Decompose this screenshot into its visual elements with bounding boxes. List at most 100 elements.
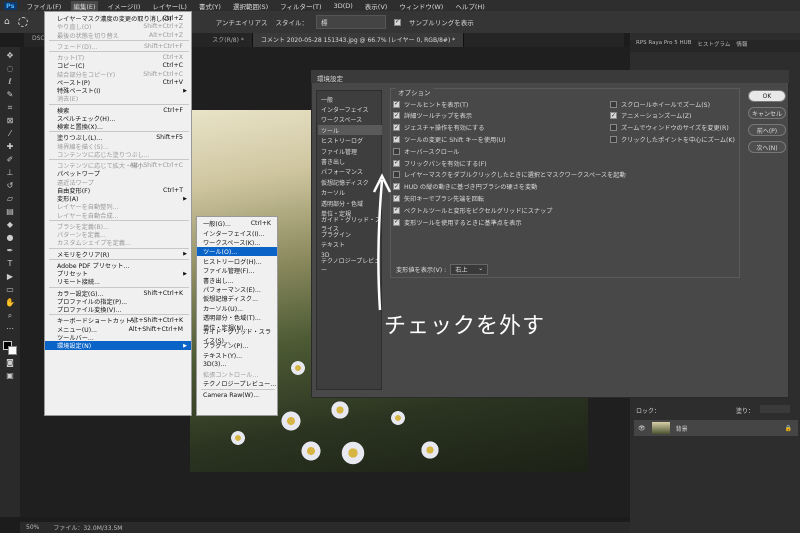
prefs-submenu-item[interactable]: 拡張コントロール... bbox=[197, 369, 277, 379]
menu-item[interactable]: 編集(E) bbox=[71, 0, 98, 11]
prev-button[interactable]: 前へ(P) bbox=[748, 124, 786, 136]
prefs-category[interactable]: ヒストリーログ bbox=[318, 136, 382, 146]
option-row[interactable]: ✓ ツールヒントを表示(T) bbox=[393, 99, 468, 109]
crop-tool-icon[interactable]: ⌗ bbox=[8, 103, 13, 113]
prefs-submenu-item[interactable]: インターフェイス(I)... bbox=[197, 228, 277, 238]
prefs-submenu-item[interactable]: カーソル(U)... bbox=[197, 304, 277, 313]
lasso-tool-icon[interactable]: ℓ bbox=[8, 77, 11, 87]
menu-item[interactable]: イメージ(I) bbox=[106, 1, 143, 11]
history-brush-icon[interactable]: ↺ bbox=[7, 181, 14, 191]
menu-item[interactable]: フィルター(T) bbox=[278, 1, 323, 11]
prefs-category[interactable]: 一般 bbox=[318, 94, 382, 104]
option-row[interactable]: ✓ HUD の縦の動きに基づき円ブラシの硬さを変動 bbox=[393, 182, 537, 192]
marquee-tool-icon[interactable] bbox=[17, 17, 28, 27]
edit-menu-item[interactable]: コンテンツに応じた塗りつぶし... bbox=[45, 150, 191, 159]
ps-logo-icon[interactable]: Ps bbox=[4, 1, 17, 10]
panel-tab[interactable]: 情報 bbox=[736, 40, 747, 52]
quick-mask-icon[interactable]: ◙ bbox=[6, 358, 14, 368]
option-row[interactable]: スクロールホイールでズーム(S) bbox=[610, 99, 710, 109]
edit-menu-item[interactable]: 消去(E) bbox=[45, 94, 191, 103]
color-swatches[interactable] bbox=[3, 341, 17, 355]
sample-checkbox[interactable]: ✓ bbox=[393, 18, 401, 26]
option-checkbox[interactable]: ✓ bbox=[610, 112, 617, 120]
option-checkbox[interactable]: ✓ bbox=[393, 100, 400, 108]
edit-menu-item[interactable]: 検索と置換(X)... bbox=[45, 122, 191, 131]
zoom-level[interactable]: 50% bbox=[26, 524, 39, 531]
option-checkbox[interactable] bbox=[610, 135, 617, 143]
path-select-icon[interactable]: ▶ bbox=[7, 272, 13, 282]
menu-item[interactable]: ヘルプ(H) bbox=[453, 1, 486, 11]
stamp-tool-icon[interactable]: ⊥ bbox=[7, 168, 14, 178]
hand-tool-icon[interactable]: ✋ bbox=[5, 298, 15, 308]
option-row[interactable]: ✓ ベクトルツールと変形をピクセルグリッドにスナップ bbox=[393, 205, 553, 215]
option-row[interactable]: ✓ 変形ツールを使用するときに基準点を表示 bbox=[393, 217, 522, 227]
visibility-eye-icon[interactable]: 👁 bbox=[638, 425, 646, 432]
doc-tab-active[interactable]: コメント 2020-05-28 151343.jpg @ 66.7% (レイヤー… bbox=[252, 33, 465, 47]
more-tools-icon[interactable]: ⋯ bbox=[6, 324, 14, 334]
marquee-tool-icon[interactable]: ◌ bbox=[7, 64, 14, 74]
edit-menu-item[interactable]: プロファイル変換(V)... bbox=[45, 305, 191, 314]
edit-menu-item[interactable]: 最後の状態を切り替え Alt+Ctrl+Z bbox=[45, 31, 191, 40]
transform-select[interactable]: 右上 ⌄ bbox=[450, 263, 489, 275]
pen-tool-icon[interactable]: ✒ bbox=[7, 246, 14, 256]
prefs-submenu-item[interactable]: ヒストリーログ(H)... bbox=[197, 257, 277, 266]
edit-menu-item[interactable]: フェード(D)... Shift+Ctrl+F bbox=[45, 42, 191, 51]
menu-item[interactable]: ウィンドウ(W) bbox=[397, 1, 445, 11]
quick-select-icon[interactable]: ✎ bbox=[7, 90, 14, 100]
prefs-submenu-item[interactable]: Camera Raw(W)... bbox=[197, 391, 277, 400]
prefs-submenu-item[interactable]: テクノロジープレビュー... bbox=[197, 379, 277, 388]
screen-mode-icon[interactable]: ▣ bbox=[6, 371, 14, 381]
option-checkbox[interactable] bbox=[610, 124, 617, 132]
prefs-submenu-item[interactable]: ツール(O)... bbox=[197, 247, 277, 257]
menu-item[interactable]: 3D(D) bbox=[332, 2, 355, 10]
prefs-submenu-item[interactable]: ガイド・グリッド・スライス(S)... bbox=[197, 329, 277, 345]
option-row[interactable]: ✓ ツールの変更に Shift キーを使用(U) bbox=[393, 134, 506, 144]
prefs-submenu-item[interactable]: 仮想記憶ディスク... bbox=[197, 294, 277, 303]
menu-item[interactable]: ファイル(F) bbox=[25, 1, 64, 11]
edit-menu-item[interactable]: レイヤーを自動合成... bbox=[45, 211, 191, 220]
prefs-submenu-item[interactable]: プラグイン(P)... bbox=[197, 341, 277, 350]
eraser-icon[interactable]: ▱ bbox=[7, 194, 13, 204]
panel-tab[interactable]: ヒストグラム bbox=[697, 40, 730, 52]
option-row[interactable]: ✓ 詳細ツールチップを表示 bbox=[393, 111, 472, 121]
option-row[interactable]: オーバースクロール bbox=[393, 146, 459, 156]
menu-item[interactable]: 書式(Y) bbox=[197, 1, 223, 11]
option-row[interactable]: ✓ フリックパンを有効にする(F) bbox=[393, 158, 487, 168]
menu-item[interactable]: 表示(V) bbox=[363, 1, 390, 11]
cancel-button[interactable]: キャンセル bbox=[748, 107, 786, 119]
option-row[interactable]: ✓ ジェスチャ操作を有効にする bbox=[393, 123, 484, 133]
prefs-submenu-item[interactable]: 書き出し... bbox=[197, 275, 277, 285]
option-checkbox[interactable] bbox=[610, 100, 617, 108]
prefs-submenu-item[interactable]: ワークスペース(K)... bbox=[197, 238, 277, 247]
prefs-category[interactable]: ファイル管理 bbox=[318, 146, 382, 156]
zoom-tool-icon[interactable]: ⌕ bbox=[8, 311, 12, 321]
prefs-submenu-item[interactable]: テキスト(Y)... bbox=[197, 351, 277, 360]
prefs-category[interactable]: ワークスペース bbox=[318, 115, 382, 125]
edit-menu-item[interactable]: カスタムシェイプを定義... bbox=[45, 238, 191, 247]
shape-tool-icon[interactable]: ▭ bbox=[6, 285, 14, 295]
option-row[interactable]: クリックしたポイントを中心にズーム(K) bbox=[610, 134, 735, 144]
frame-tool-icon[interactable]: ⊠ bbox=[7, 116, 14, 126]
prefs-category[interactable]: インターフェイス bbox=[318, 104, 382, 114]
next-button[interactable]: 次へ(N) bbox=[748, 141, 786, 153]
home-icon[interactable]: ⌂ bbox=[4, 17, 10, 27]
dodge-icon[interactable]: ● bbox=[7, 233, 14, 243]
option-checkbox[interactable]: ✓ bbox=[393, 112, 400, 120]
doc-tab[interactable]: スク(R/8) * bbox=[204, 33, 253, 47]
menu-item[interactable]: 選択範囲(S) bbox=[231, 1, 270, 11]
prefs-submenu-item[interactable]: 3D(3)... bbox=[197, 360, 277, 369]
option-row[interactable]: レイヤーマスクをダブルクリックしたときに選択とマスクワークスペースを起動 bbox=[393, 170, 626, 180]
type-tool-icon[interactable]: T bbox=[8, 259, 13, 269]
option-row[interactable]: ズームでウィンドウのサイズを変更(R) bbox=[610, 123, 729, 133]
option-checkbox[interactable]: ✓ bbox=[393, 124, 400, 132]
healing-brush-icon[interactable]: ✚ bbox=[7, 142, 14, 152]
brush-tool-icon[interactable]: ✐ bbox=[7, 155, 14, 165]
panel-tab[interactable]: RPS Raya Pro 5 HUB bbox=[636, 40, 691, 52]
prefs-category[interactable]: ツール bbox=[318, 125, 382, 136]
blur-icon[interactable]: ◆ bbox=[7, 220, 13, 230]
prefs-submenu-item[interactable]: パフォーマンス(E)... bbox=[197, 285, 277, 294]
fill-input[interactable] bbox=[760, 405, 790, 413]
eyedropper-icon[interactable]: ⁄ bbox=[9, 129, 10, 139]
prefs-submenu-item[interactable]: 一般(G)... Ctrl+K bbox=[197, 219, 277, 228]
ok-button[interactable]: OK bbox=[748, 90, 786, 102]
